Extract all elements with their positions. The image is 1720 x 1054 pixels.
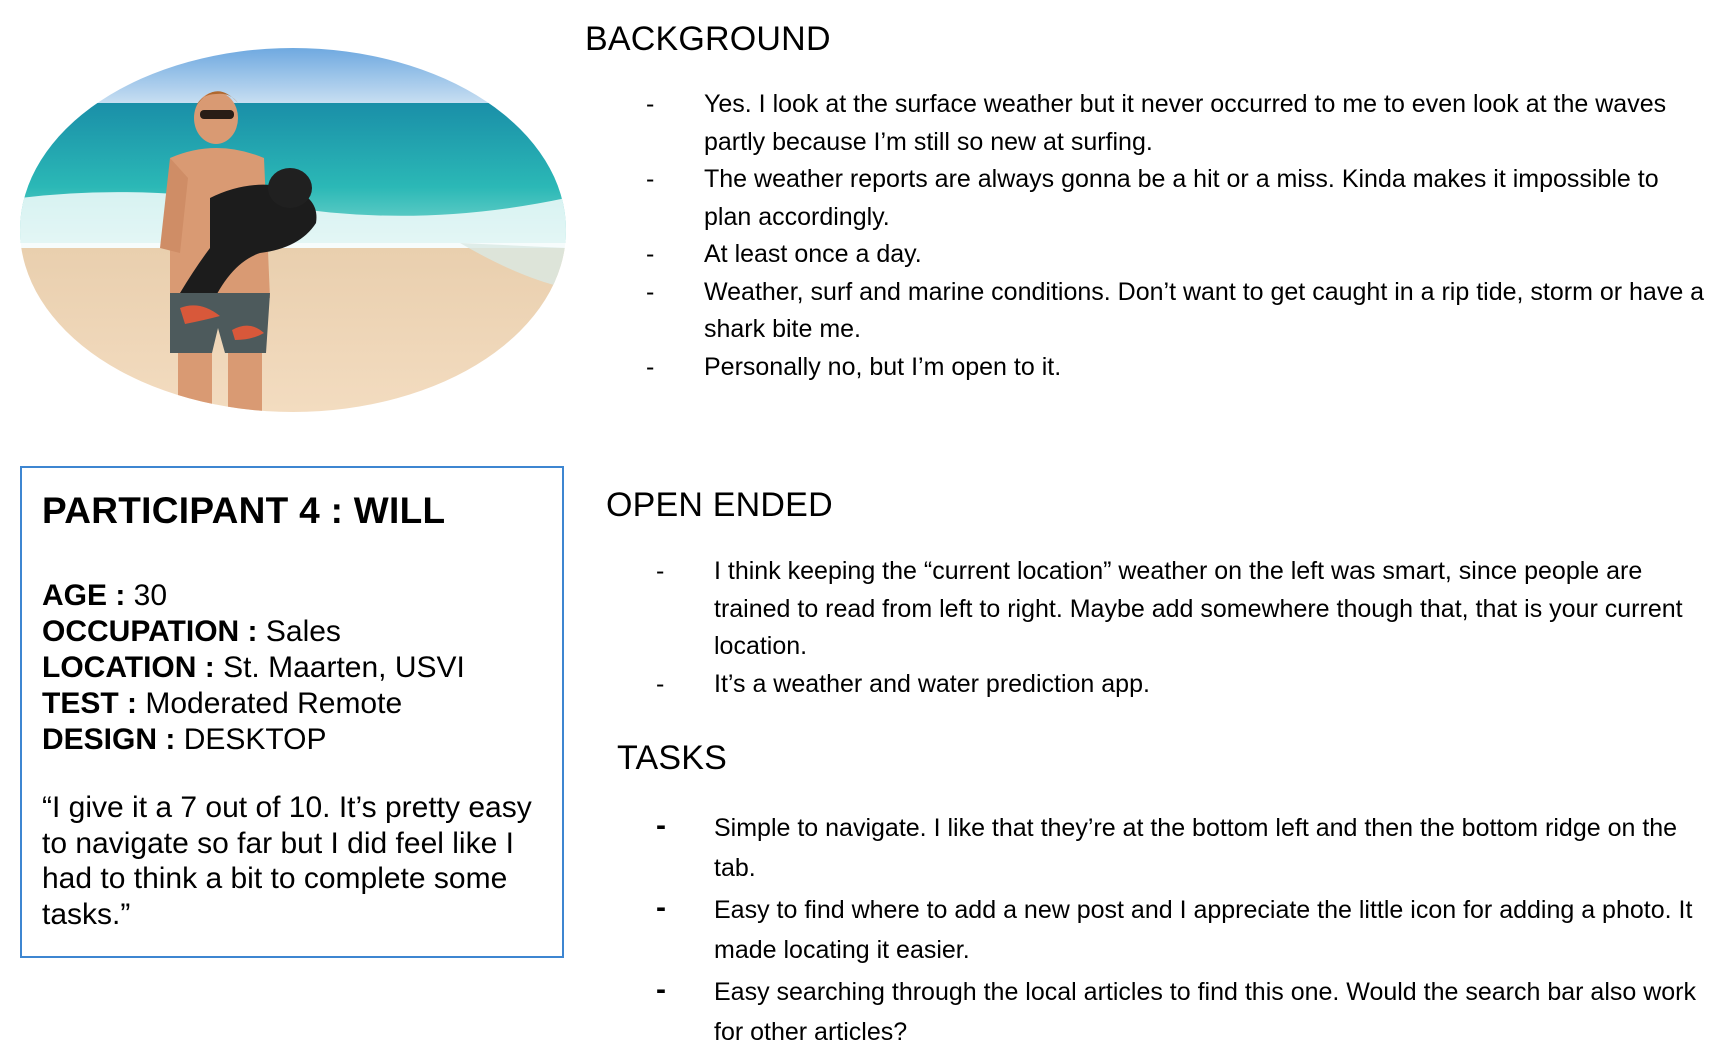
fact-occupation: OCCUPATION : Sales [42, 614, 465, 650]
list-item-text: Yes. I look at the surface weather but i… [704, 90, 1667, 156]
fact-value: DESKTOP [175, 723, 327, 756]
dash-bullet: - [656, 669, 665, 698]
list-item: - Simple to navigate. I like that they’re… [656, 808, 1706, 888]
fact-design: DESIGN : DESKTOP [42, 722, 465, 758]
tasks-heading: TASKS [617, 739, 727, 777]
fact-test: TEST : Moderated Remote [42, 686, 465, 722]
fact-label: LOCATION : [42, 651, 215, 684]
dash-bullet: - [646, 277, 655, 306]
fact-value: Sales [257, 615, 341, 648]
list-item-text: It’s a weather and water prediction app. [714, 669, 1150, 698]
participant-title: PARTICIPANT 4 : WILL [42, 490, 446, 531]
list-item: - It’s a weather and water prediction app… [656, 666, 1706, 704]
participant-card: PARTICIPANT 4 : WILL AGE : 30 OCCUPATION… [20, 466, 564, 958]
beach-photo-illustration [20, 48, 566, 412]
dash-bullet: - [646, 352, 655, 381]
list-item-text: Simple to navigate. I like that they’re … [714, 814, 1678, 882]
dash-bullet: - [646, 90, 655, 118]
background-heading: BACKGROUND [585, 20, 831, 58]
dash-bullet: - [656, 973, 666, 1006]
open-ended-heading: OPEN ENDED [606, 486, 833, 524]
fact-value: St. Maarten, USVI [214, 651, 465, 684]
list-item-text: The weather reports are always gonna be … [704, 165, 1659, 231]
participant-photo [20, 48, 566, 412]
list-item: - Yes. I look at the surface weather but … [646, 86, 1706, 161]
list-item-text: Personally no, but I’m open to it. [704, 352, 1062, 381]
list-item: - Easy to find where to add a new post an… [656, 890, 1706, 970]
fact-location: LOCATION : St. Maarten, USVI [42, 650, 465, 686]
fact-label: OCCUPATION : [42, 615, 258, 648]
list-item: - Personally no, but I’m open to it. [646, 349, 1706, 387]
list-item-text: Easy searching through the local article… [714, 978, 1697, 1046]
list-item: - The weather reports are always gonna be… [646, 161, 1706, 236]
fact-value: Moderated Remote [137, 687, 403, 720]
fact-value: 30 [125, 579, 168, 612]
list-item-text: Easy to find where to add a new post and… [714, 896, 1693, 964]
fact-label: TEST : [42, 687, 137, 720]
list-item-text: Weather, surf and marine conditions. Don… [704, 277, 1705, 344]
open-ended-list: - I think keeping the “current location” … [656, 553, 1706, 703]
participant-facts: AGE : 30 OCCUPATION : Sales LOCATION : S… [42, 578, 465, 758]
tasks-list: - Simple to navigate. I like that they’re… [656, 808, 1706, 1054]
background-list: - Yes. I look at the surface weather but … [646, 86, 1706, 386]
fact-label: DESIGN : [42, 723, 176, 756]
participant-quote: “I give it a 7 out of 10. It’s pretty ea… [42, 791, 532, 931]
dash-bullet: - [646, 240, 655, 268]
list-item-text: At least once a day. [704, 240, 922, 268]
fact-label: AGE : [42, 579, 126, 612]
fact-age: AGE : 30 [42, 578, 465, 614]
dash-bullet: - [646, 165, 655, 193]
list-item: - Easy searching through the local articl… [656, 972, 1706, 1052]
list-item: - Weather, surf and marine conditions. Do… [646, 274, 1706, 349]
list-item-text: I think keeping the “current location” w… [714, 557, 1683, 660]
dash-bullet: - [656, 557, 665, 585]
dash-bullet: - [656, 809, 666, 842]
list-item: - At least once a day. [646, 236, 1706, 274]
dash-bullet: - [656, 891, 666, 924]
list-item: - I think keeping the “current location” … [656, 553, 1706, 666]
